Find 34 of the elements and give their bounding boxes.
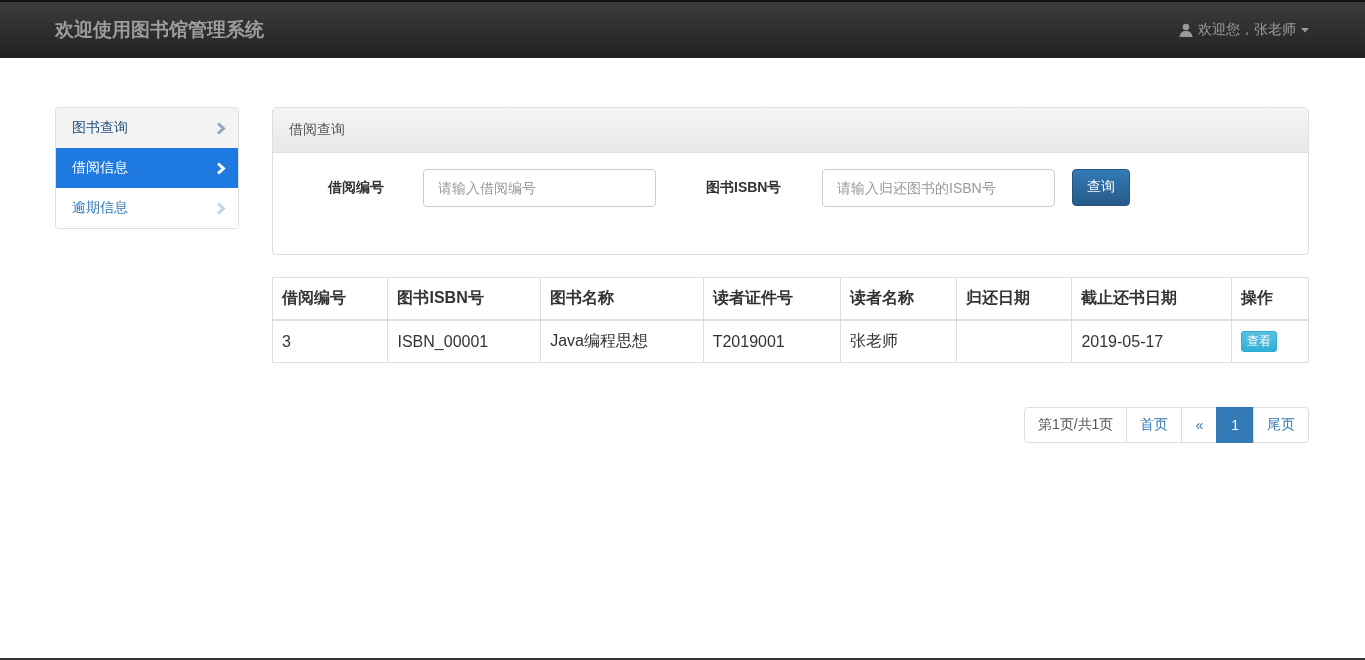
chevron-right-icon: [217, 121, 226, 135]
page-link[interactable]: 1: [1216, 407, 1254, 443]
page-link[interactable]: 尾页: [1253, 407, 1309, 443]
table-cell: 3: [272, 320, 388, 363]
table-cell: T2019001: [703, 320, 841, 363]
input-field[interactable]: 请输入归还图书的ISBN号: [822, 169, 1055, 207]
table-cell: 张老师: [840, 320, 957, 363]
column-header: 借阅编号: [272, 277, 388, 320]
column-header: 截止还书日期: [1071, 277, 1232, 320]
column-header: 图书名称: [540, 277, 704, 320]
user-menu[interactable]: 欢迎您，张老师: [1179, 21, 1309, 39]
field-label: 图书ISBN号: [706, 179, 783, 197]
input-field[interactable]: 请输入借阅编号: [423, 169, 656, 207]
table-cell: 2019-05-17: [1071, 320, 1232, 363]
page-link[interactable]: «: [1181, 407, 1218, 443]
column-header: 归还日期: [956, 277, 1072, 320]
caret-icon: [1301, 27, 1309, 33]
chevron-right-icon: [217, 161, 226, 175]
chevron-right-icon: [217, 201, 226, 215]
column-header: 读者名称: [840, 277, 957, 320]
page-info: 第1页/共1页: [1023, 407, 1128, 443]
panel-title: 借阅查询: [289, 121, 345, 139]
table-cell: Java编程思想: [540, 320, 704, 363]
column-header: 图书ISBN号: [388, 277, 541, 320]
field-label: 借阅编号: [328, 179, 385, 197]
table-cell: ISBN_00001: [388, 320, 541, 363]
column-header: 读者证件号: [703, 277, 841, 320]
search-button[interactable]: 查询: [1072, 168, 1130, 206]
app-title[interactable]: 欢迎使用图书馆管理系统: [55, 17, 264, 43]
column-header: 操作: [1231, 277, 1309, 320]
sidebar-item[interactable]: 图书查询: [56, 108, 238, 148]
page-link[interactable]: 首页: [1126, 407, 1183, 443]
user-icon: [1179, 23, 1193, 37]
sidebar-item[interactable]: 借阅信息: [56, 148, 238, 188]
